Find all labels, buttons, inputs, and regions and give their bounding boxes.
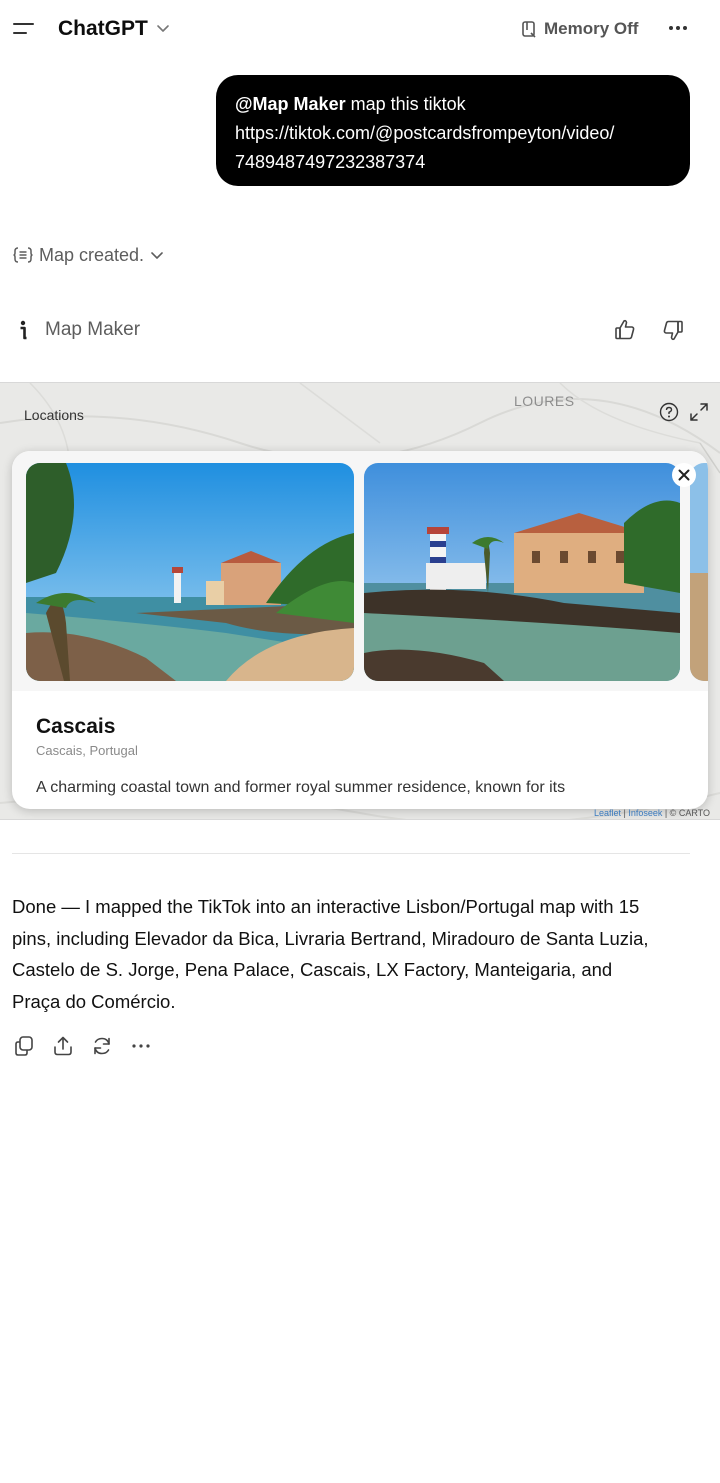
memory-toggle-button[interactable]: Memory Off (520, 17, 638, 41)
place-photo[interactable] (364, 463, 680, 681)
user-message-line-1: @Map Maker map this tiktok (235, 90, 672, 119)
cascais-photo-2 (364, 463, 680, 681)
place-name: Cascais (36, 715, 116, 738)
interactive-map[interactable]: Locations LOURES Cascais Cascais, Portug… (0, 382, 720, 820)
gpt-header-row: Map Maker (12, 316, 708, 344)
gpt-name: Map Maker (45, 319, 141, 340)
tiktok-video-id: 7489487497232387374 (235, 152, 426, 172)
place-photo[interactable] (26, 463, 354, 681)
status-label: Map created. (39, 244, 145, 265)
tiktok-url: https://tiktok.com/@postcardsfrompeyton/… (235, 123, 615, 143)
close-icon[interactable] (672, 463, 696, 487)
answer-line: Done — I mapped the TikTok into an inter… (12, 896, 640, 917)
carto-attribution: | © CARTO (662, 808, 710, 818)
thumbs-down-icon[interactable] (660, 317, 686, 343)
answer-line: pins, including Elevador da Bica, Livrar… (12, 927, 649, 949)
memory-icon (522, 21, 536, 38)
answer-line: Praça do Comércio. (12, 990, 176, 1012)
place-photo[interactable] (690, 463, 708, 681)
infoseek-link[interactable]: Infoseek (628, 808, 662, 818)
place-card[interactable]: Cascais Cascais, Portugal A charming coa… (12, 451, 708, 809)
assistant-message: Done — I mapped the TikTok into an inter… (12, 891, 702, 1017)
gpt-mention: @Map Maker (235, 94, 346, 114)
copy-icon[interactable] (12, 1034, 36, 1058)
user-message-text: map this tiktok (345, 94, 466, 114)
photo-gallery[interactable] (12, 451, 708, 691)
chevron-down-icon[interactable] (155, 20, 171, 36)
top-bar: ChatGPT Memory Off (0, 0, 720, 58)
expand-icon[interactable] (688, 401, 710, 423)
gpt-info-icon (20, 320, 27, 340)
cascais-photo-3 (690, 463, 708, 681)
memory-label: Memory Off (544, 19, 639, 38)
divider (12, 853, 690, 854)
share-icon[interactable] (51, 1034, 75, 1058)
leaflet-link[interactable]: Leaflet (594, 808, 621, 818)
chevron-down-icon (151, 252, 163, 259)
place-location: Cascais, Portugal (36, 743, 138, 758)
regenerate-icon[interactable] (90, 1034, 114, 1058)
map-attribution: Leaflet | Infoseek | © CARTO (594, 808, 710, 818)
map-place-label: LOURES (514, 393, 575, 409)
more-actions-icon[interactable] (129, 1034, 153, 1058)
app-title[interactable]: ChatGPT (58, 17, 148, 41)
answer-line: Castelo de S. Jorge, Pena Palace, Cascai… (12, 959, 613, 980)
help-icon[interactable] (659, 402, 679, 422)
more-icon[interactable] (664, 18, 694, 38)
thumbs-up-icon[interactable] (612, 317, 638, 343)
place-description: A charming coastal town and former royal… (36, 779, 566, 796)
menu-icon[interactable] (10, 16, 38, 42)
thought-icon (13, 247, 33, 263)
cascais-photo-1 (26, 463, 354, 681)
user-message-bubble: @Map Maker map this tiktok https://tikto… (216, 75, 690, 186)
locations-panel-label[interactable]: Locations (24, 407, 84, 423)
map-created-toggle[interactable]: Map created. (12, 243, 165, 267)
